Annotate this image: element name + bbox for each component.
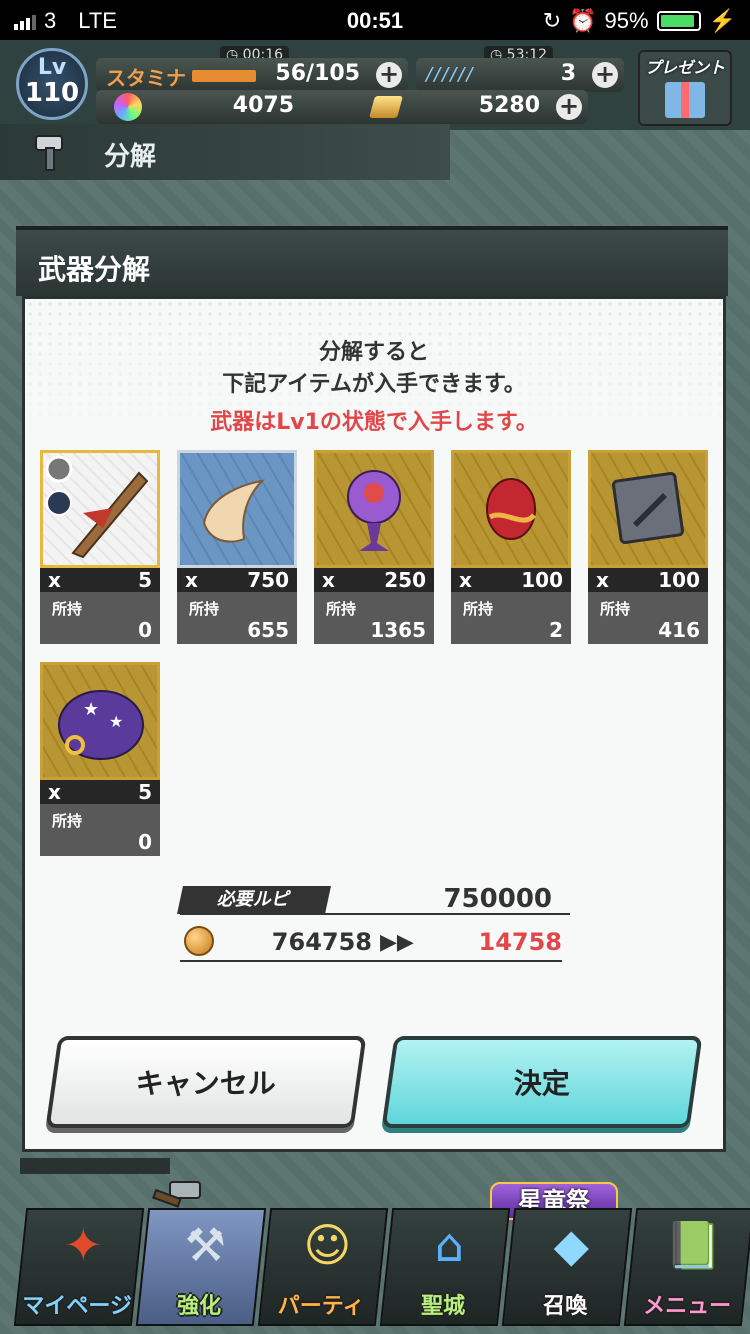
- cost-label: 必要ルピ: [177, 886, 331, 914]
- add-stamina-button[interactable]: +: [376, 62, 402, 88]
- item-owned: 416: [658, 618, 700, 642]
- cost-value: 750000: [443, 884, 552, 914]
- book-icon: 📗: [664, 1218, 722, 1272]
- item-owned: 2: [549, 618, 563, 642]
- after-rupee: 14758: [478, 928, 563, 956]
- item-owned: 655: [247, 618, 289, 642]
- item-image: [177, 450, 297, 568]
- stamina-row: スタミナ 56/105 +: [96, 58, 408, 92]
- sword-plate-icon: [612, 472, 684, 544]
- item-image: [40, 450, 160, 568]
- wing-icons: //////: [426, 64, 475, 85]
- alarm-icon: ⏰: [569, 8, 597, 33]
- dialog-title: 武器分解: [38, 253, 151, 286]
- weapon-icon: [45, 455, 149, 559]
- item-qty: 100: [521, 568, 563, 592]
- hammer-icon: [35, 135, 63, 171]
- add-boost-button[interactable]: +: [592, 62, 618, 88]
- nav-enhance[interactable]: ⚒ 強化: [135, 1208, 267, 1326]
- star-bag-icon: ★ ★: [58, 690, 144, 760]
- nav-mypage[interactable]: ✦ マイページ: [13, 1208, 145, 1326]
- battery-percent: 95%: [604, 8, 649, 33]
- item-qty: 750: [247, 568, 289, 592]
- page-title: 分解: [104, 142, 157, 172]
- gold-crystal-icon: [369, 96, 403, 118]
- eye-orb-icon: [347, 470, 401, 551]
- item-card[interactable]: ★ ★ x5 所持 0: [40, 662, 160, 856]
- item-owned: 0: [138, 618, 152, 642]
- message-line-1: 分解すると: [318, 340, 429, 365]
- item-image: ★ ★: [40, 662, 160, 780]
- current-rupee: 764758: [271, 928, 372, 956]
- anvil-icon: ⚒: [184, 1218, 226, 1272]
- gold-count: 5280: [478, 93, 540, 118]
- status-bar: 3 LTE 00:51 ↻ ⏰ 95% ⚡: [0, 0, 750, 40]
- item-image: [451, 450, 571, 568]
- divider: [180, 960, 562, 962]
- confirm-button[interactable]: 決定: [381, 1036, 703, 1128]
- gift-box-icon: [665, 82, 705, 118]
- warning-text: 武器はLv1の状態で入手します。: [210, 410, 538, 435]
- svg-text:★: ★: [83, 699, 99, 720]
- present-button[interactable]: プレゼント: [638, 50, 732, 126]
- item-qty: 250: [384, 568, 426, 592]
- item-card[interactable]: x 250 所持 1365: [314, 450, 434, 644]
- level-value: 110: [24, 78, 80, 108]
- nav-party[interactable]: ☺ パーティ: [257, 1208, 389, 1326]
- item-card[interactable]: x5 所持 0: [40, 450, 160, 644]
- boost-value: 3: [560, 61, 576, 86]
- divider: [180, 913, 570, 915]
- castle-icon: ⌂: [434, 1218, 464, 1272]
- item-card[interactable]: x 100 所持 2: [451, 450, 571, 644]
- rupee-coin-icon: [184, 926, 214, 956]
- charging-icon: ⚡: [708, 8, 736, 33]
- shelf-divider: [20, 1158, 170, 1174]
- lock-rotation-icon: ↻: [542, 8, 562, 33]
- nav-summon[interactable]: ◆ 召喚: [501, 1208, 633, 1326]
- item-qty: 5: [138, 780, 152, 804]
- stamina-value: 56/105: [275, 61, 360, 86]
- arrow-icon: ▶▶: [380, 930, 414, 955]
- svg-text:★: ★: [109, 712, 123, 731]
- gold-row: 5280 +: [360, 90, 588, 124]
- boost-row: ////// 3 +: [416, 58, 624, 92]
- item-owned: 1365: [370, 618, 426, 642]
- cancel-button[interactable]: キャンセル: [45, 1036, 367, 1128]
- page-header: 分解: [0, 124, 450, 180]
- dialog-header: 武器分解: [16, 226, 728, 296]
- item-card[interactable]: x 100 所持 416: [588, 450, 708, 644]
- item-qty: 5: [138, 568, 152, 592]
- add-gold-button[interactable]: +: [556, 94, 582, 120]
- bottom-nav: 星竜祭 ✦ マイページ ⚒ 強化 ☺ パーティ ⌂ 聖城 ◆ 召喚 📗 メニュー: [0, 1158, 750, 1334]
- horn-icon: [202, 479, 265, 543]
- nav-menu[interactable]: 📗 メニュー: [623, 1208, 750, 1326]
- item-image: [314, 450, 434, 568]
- stamina-label: スタミナ: [106, 66, 186, 90]
- level-badge: Lv 110: [16, 48, 88, 120]
- rainbow-gem-icon: [114, 93, 142, 121]
- stamina-bar: [192, 70, 256, 82]
- battery-icon: [656, 11, 701, 31]
- item-card[interactable]: x 750 所持 655: [177, 450, 297, 644]
- crystal-icon: ◆: [553, 1218, 589, 1272]
- gem-count: 4075: [232, 93, 294, 118]
- nav-castle[interactable]: ⌂ 聖城: [379, 1208, 511, 1326]
- message-line-2: 下記アイテムが入手できます。: [222, 372, 526, 397]
- present-label: プレゼント: [644, 58, 725, 77]
- item-qty: 100: [658, 568, 700, 592]
- item-owned: 0: [138, 830, 152, 854]
- red-gem-icon: [486, 478, 537, 540]
- level-label: Lv: [37, 55, 67, 80]
- character-icon: ☺: [303, 1218, 352, 1272]
- shield-star-icon: ✦: [64, 1218, 103, 1272]
- item-image: [588, 450, 708, 568]
